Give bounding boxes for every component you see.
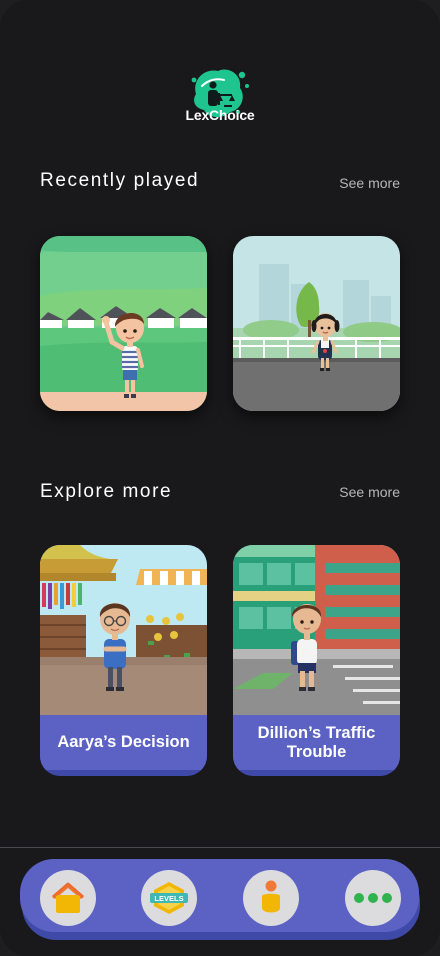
recent-game-card-1[interactable]	[40, 236, 207, 411]
levels-icon: LEVELS	[150, 882, 188, 914]
story-card-title-box: Dillion’s Traffic Trouble	[233, 715, 400, 770]
bottom-divider	[0, 847, 440, 848]
levels-badge-text: LEVELS	[154, 894, 183, 903]
nav-more-button[interactable]	[345, 870, 401, 926]
home-icon	[52, 882, 84, 913]
market-scene-illustration	[40, 545, 207, 715]
suburb-scene-illustration	[40, 236, 207, 411]
story-card-aaryas-decision[interactable]: Aarya’s Decision	[40, 545, 207, 776]
nav-home-button[interactable]	[40, 870, 96, 926]
story-card-dillions-traffic-trouble[interactable]: Dillion’s Traffic Trouble	[233, 545, 400, 776]
bottom-nav-bar: LEVELS	[20, 859, 419, 932]
story-card-title: Dillion’s Traffic Trouble	[257, 723, 376, 761]
explore-more-see-more-link[interactable]: See more	[339, 484, 400, 500]
app-screen: LexChoice Recently played See more Explo…	[0, 0, 440, 956]
profile-icon	[262, 880, 280, 913]
recently-played-see-more-link[interactable]: See more	[339, 175, 400, 191]
story-card-title-box: Aarya’s Decision	[40, 715, 207, 770]
more-icon	[354, 893, 392, 903]
logo-wordmark: LexChoice	[185, 107, 255, 123]
recent-game-card-2[interactable]	[233, 236, 400, 411]
explore-more-title: Explore more	[40, 481, 173, 502]
recently-played-title: Recently played	[40, 170, 200, 191]
story-card-title: Aarya’s Decision	[57, 733, 190, 751]
street-scene-illustration	[233, 545, 400, 715]
nav-levels-button[interactable]: LEVELS	[141, 870, 197, 926]
city-scene-illustration	[233, 236, 400, 411]
nav-profile-button[interactable]	[243, 870, 299, 926]
